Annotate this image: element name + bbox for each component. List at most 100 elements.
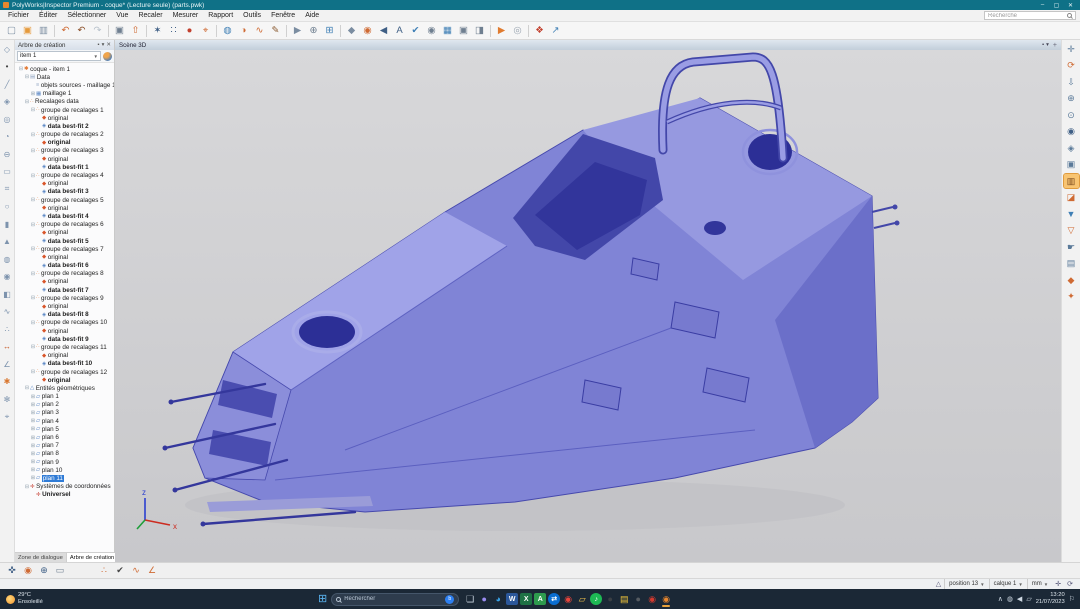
tree-item[interactable]: ⊟∴groupe de recalages 9 bbox=[15, 294, 114, 302]
tree-item[interactable]: ⊟✛Systèmes de coordonnées bbox=[15, 483, 114, 491]
tree-item[interactable]: ◈data best-fit 3 bbox=[15, 188, 114, 196]
tree-item[interactable]: ⊞▦maillage 1 bbox=[15, 90, 114, 98]
datum-reference-alignment-icon[interactable]: ⌖ bbox=[198, 23, 213, 38]
faceted-sphere-icon[interactable]: ◉ bbox=[4, 270, 11, 284]
tree-item[interactable]: ⊟∴Recalages data bbox=[15, 98, 114, 106]
notification-bell-icon[interactable]: ⚐ bbox=[1069, 595, 1075, 603]
checklist-icon[interactable]: ✔ bbox=[408, 23, 423, 38]
tree-item[interactable]: ⊟∴groupe de recalages 4 bbox=[15, 171, 114, 179]
tree-item[interactable]: ⊟∴groupe de recalages 5 bbox=[15, 196, 114, 204]
mesh-repair-icon[interactable]: ◆ bbox=[1064, 273, 1079, 287]
tree-item[interactable]: ⊞▱plan 1 bbox=[15, 393, 114, 401]
sphere-feature-icon[interactable]: ◍ bbox=[4, 252, 11, 266]
tree-item[interactable]: ◆original bbox=[15, 229, 114, 237]
probe-speaker-icon[interactable]: ◀ bbox=[376, 23, 391, 38]
tree-item[interactable]: ◈data best-fit 7 bbox=[15, 286, 114, 294]
tree-item[interactable]: ◆original bbox=[15, 204, 114, 212]
record-macro-icon[interactable]: ◎ bbox=[510, 23, 525, 38]
text-annotation-icon[interactable]: A bbox=[392, 23, 407, 38]
word-icon[interactable]: W bbox=[505, 591, 519, 607]
line-primitive-icon[interactable]: ╱ bbox=[5, 77, 10, 91]
report-table-icon[interactable]: ▦ bbox=[440, 23, 455, 38]
undo-camera-icon[interactable]: ↶ bbox=[74, 23, 89, 38]
tree-item[interactable]: ◈data best-fit 9 bbox=[15, 335, 114, 343]
tree-item[interactable]: ⊟∴groupe de recalages 6 bbox=[15, 221, 114, 229]
position-select[interactable]: position 13 ▼ bbox=[944, 579, 989, 589]
point-primitive-icon[interactable]: • bbox=[6, 60, 9, 74]
view-cube-icon[interactable]: ◈ bbox=[1064, 141, 1079, 155]
onedrive-icon[interactable]: ▱ bbox=[1026, 595, 1031, 603]
probe-compensation-icon[interactable]: ✱ bbox=[4, 375, 11, 389]
scene-3d-canvas[interactable]: z x bbox=[115, 50, 1061, 562]
item-selector[interactable]: item 1 ▼ bbox=[17, 51, 101, 61]
tree-item[interactable]: ◆original bbox=[15, 302, 114, 310]
edge-browser-icon[interactable]: ◕ bbox=[491, 591, 505, 607]
report-table-add-icon[interactable]: ⊞ bbox=[322, 23, 337, 38]
polyworks-inspector-icon[interactable]: ◉ bbox=[659, 591, 673, 607]
pin-probe-icon[interactable]: ▽ bbox=[1064, 224, 1079, 238]
units-select[interactable]: mm ▼ bbox=[1027, 579, 1052, 589]
rectangle-feature-icon[interactable]: ▭ bbox=[3, 165, 11, 179]
menu-fichier[interactable]: Fichier bbox=[3, 10, 34, 21]
points-cluster-icon[interactable]: ∴ bbox=[97, 564, 111, 577]
menu-recaler[interactable]: Recaler bbox=[133, 10, 167, 21]
menu-mesurer[interactable]: Mesurer bbox=[168, 10, 204, 21]
tree-item[interactable]: ⊟∴groupe de recalages 12 bbox=[15, 368, 114, 376]
mesh-tool-icon[interactable]: ◆ bbox=[344, 23, 359, 38]
menu-selectionner[interactable]: Sélectionner bbox=[62, 10, 111, 21]
weather-widget[interactable]: 29°C Ensoleillé bbox=[0, 592, 49, 605]
align-wizard-icon[interactable]: ✶ bbox=[150, 23, 165, 38]
menu-rapport[interactable]: Rapport bbox=[203, 10, 238, 21]
viewport-pin-icon[interactable]: ▪ bbox=[1042, 42, 1044, 49]
probe-device-icon[interactable]: ✜ bbox=[5, 564, 19, 577]
tree-item[interactable]: ◈data best-fit 6 bbox=[15, 262, 114, 270]
taskbar-search[interactable]: Rechercher b bbox=[331, 593, 459, 606]
item-info-icon[interactable] bbox=[103, 52, 112, 61]
washer-circle-icon[interactable]: ◎ bbox=[4, 112, 11, 126]
dark-app-icon[interactable]: ● bbox=[603, 591, 617, 607]
hex-nut-feature-icon[interactable]: ⌗ bbox=[5, 182, 10, 196]
dock-icon[interactable]: ▾ bbox=[102, 42, 105, 48]
zoom-window-icon[interactable]: ⊙ bbox=[1064, 108, 1079, 122]
tree-item[interactable]: ◆original bbox=[15, 253, 114, 261]
angle-measure-icon[interactable]: ∠ bbox=[3, 357, 10, 371]
screenshot-drop-icon[interactable]: ⇩ bbox=[1064, 75, 1079, 89]
hand-select-icon[interactable]: ☛ bbox=[1064, 240, 1079, 254]
green-office-app-icon[interactable]: A bbox=[533, 591, 547, 607]
clapper-board-icon[interactable]: ▭ bbox=[53, 564, 67, 577]
tree-item[interactable]: ◆original bbox=[15, 376, 114, 384]
file-explorer-icon[interactable]: ▱ bbox=[575, 591, 589, 607]
camera-capture-icon[interactable]: ▣ bbox=[456, 23, 471, 38]
cone-section-icon[interactable]: ◔ bbox=[5, 130, 10, 144]
tree-item[interactable]: ⊟∴groupe de recalages 1 bbox=[15, 106, 114, 114]
move-icon[interactable]: ✛ bbox=[1052, 580, 1064, 588]
tree-item[interactable]: ⊟▤Data bbox=[15, 73, 114, 81]
chart-tool-icon[interactable]: ↗ bbox=[548, 23, 563, 38]
undo-icon[interactable]: ↶ bbox=[58, 23, 73, 38]
cmm-probe-icon[interactable]: ⌖ bbox=[5, 410, 10, 424]
tree-item[interactable]: ⊟∴groupe de recalages 10 bbox=[15, 319, 114, 327]
tree-item[interactable]: ◈data best-fit 5 bbox=[15, 237, 114, 245]
tree-item[interactable]: ⊞▱plan 9 bbox=[15, 458, 114, 466]
slot-feature-icon[interactable]: ⊖ bbox=[4, 147, 11, 161]
viewport-dock-icon[interactable]: ▾ bbox=[1046, 42, 1049, 49]
viewport-3d[interactable]: Scène 3D ▪ ▾ + bbox=[115, 40, 1061, 562]
new-document-icon[interactable]: ▢ bbox=[4, 23, 19, 38]
ellipse-feature-icon[interactable]: ○ bbox=[5, 200, 10, 214]
maximize-button[interactable]: ▢ bbox=[1050, 1, 1063, 10]
image-export-icon[interactable]: ◨ bbox=[472, 23, 487, 38]
zoom-region-icon[interactable]: ⊕ bbox=[306, 23, 321, 38]
robot-arm-icon[interactable]: ✦ bbox=[1064, 290, 1079, 304]
tree-item[interactable]: ⊞▱plan 11 bbox=[15, 474, 114, 482]
tree-item[interactable]: ◈data best-fit 10 bbox=[15, 360, 114, 368]
minimize-button[interactable]: – bbox=[1036, 1, 1049, 10]
menu-editer[interactable]: Éditer bbox=[34, 10, 62, 21]
tree-item[interactable]: ⊟∴groupe de recalages 2 bbox=[15, 131, 114, 139]
pin-icon[interactable]: ▪ bbox=[98, 42, 100, 48]
point-pairs-alignment-icon[interactable]: ∷ bbox=[166, 23, 181, 38]
deviation-probe-icon[interactable]: ▼ bbox=[1064, 207, 1079, 221]
pan-view-icon[interactable]: ✛ bbox=[1064, 42, 1079, 56]
report-window-icon[interactable]: ▤ bbox=[1064, 257, 1079, 271]
tree-item[interactable]: ⊞▱plan 5 bbox=[15, 425, 114, 433]
task-view-icon[interactable]: ❏ bbox=[463, 591, 477, 607]
